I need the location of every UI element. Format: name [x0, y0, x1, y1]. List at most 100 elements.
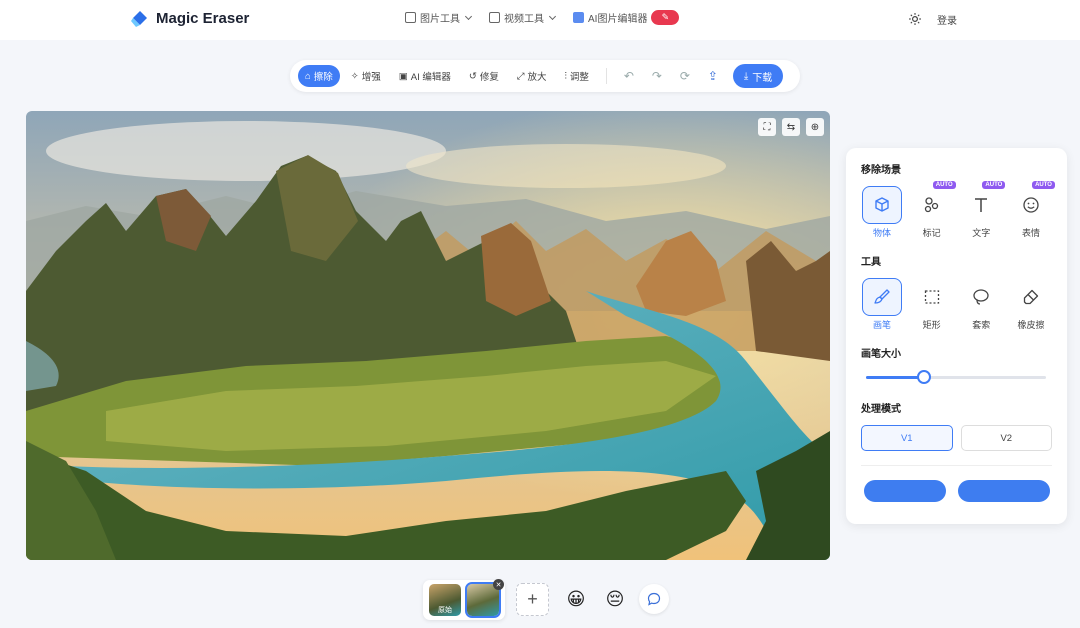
tool-rectangle[interactable]: 矩形 [911, 278, 953, 331]
brush-size-slider[interactable] [861, 370, 1052, 384]
nav-video-tools-label: 视频工具 [504, 14, 544, 25]
image-view-controls: ⛶ ⇆ ⊕ [758, 118, 824, 136]
action-button-left[interactable] [864, 480, 946, 502]
share-upload-icon[interactable]: ⇪ [701, 65, 725, 87]
redo-icon[interactable]: ↷ [645, 65, 669, 87]
editor-toolbar: ⌂ 擦除 ✧ 增强 ▣ AI 编辑器 ↺ 修复 ⤢ 放大 ⫶ 调整 ↶ ↷ ⟳ … [290, 60, 800, 92]
feedback-sad-icon[interactable]: 😔 [600, 584, 630, 614]
ai-editor-button[interactable]: ▣ AI 编辑器 [392, 65, 458, 87]
slider-handle[interactable] [916, 370, 931, 384]
tool-lasso[interactable]: 套索 [960, 278, 1002, 331]
mode-v2-button[interactable]: V2 [960, 425, 1052, 451]
bottom-strip: 原始 ✕ + 😀 😔 [0, 579, 1080, 620]
ai-editor-icon [573, 12, 584, 23]
action-buttons [861, 480, 1052, 504]
reset-icon[interactable]: ⟳ [673, 65, 697, 87]
sparkle-icon: ✧ [350, 70, 359, 82]
mode-title: 处理模式 [861, 404, 901, 415]
download-button[interactable]: ⤓ 下载 [732, 64, 784, 88]
compare-swap-icon[interactable]: ⇆ [782, 118, 800, 136]
zoom-in-icon[interactable]: ⊕ [806, 118, 824, 136]
tool-eraser[interactable]: 橡皮擦 [1010, 278, 1052, 331]
ai-image-icon: ▣ [398, 70, 408, 82]
slider-fill [866, 376, 924, 379]
image-canvas[interactable]: ⛶ ⇆ ⊕ [26, 111, 830, 560]
nav-ai-editor-label: AI图片编辑器 [588, 14, 648, 25]
download-label: 下载 [752, 72, 773, 84]
sliders-icon: ⫶ [564, 70, 567, 82]
nav-image-tools[interactable]: 图片工具 [405, 10, 473, 25]
text-icon [975, 198, 988, 212]
add-image-button[interactable]: + [516, 583, 549, 616]
repair-icon: ↺ [468, 70, 477, 82]
tool-label: 套索 [972, 320, 991, 330]
login-link[interactable]: 登录 [937, 12, 957, 27]
brush-size-title: 画笔大小 [861, 349, 901, 360]
lasso-icon [973, 289, 989, 305]
chat-bubble-icon [647, 592, 661, 606]
plus-icon: + [527, 589, 538, 609]
ai-editor-label: AI 编辑器 [410, 72, 451, 83]
adjust-label: 调整 [569, 72, 589, 83]
download-icon: ⤓ [743, 70, 749, 82]
nav-image-tools-label: 图片工具 [420, 14, 460, 25]
scene-option-label: 表情 [1021, 228, 1040, 238]
scene-option-label: 文字 [972, 228, 991, 238]
upscale-button[interactable]: ⤢ 放大 [510, 65, 554, 87]
erase-label: 擦除 [313, 72, 333, 83]
scene-option-marker[interactable]: AUTO 标记 [911, 181, 956, 239]
repair-button[interactable]: ↺ 修复 [462, 65, 506, 87]
tools-title: 工具 [861, 257, 881, 268]
nav-video-tools[interactable]: 视频工具 [489, 10, 557, 25]
expand-icon: ⤢ [516, 70, 525, 82]
tool-label: 橡皮擦 [1017, 320, 1045, 330]
ai-badge-icon: ✎ [651, 10, 680, 25]
tool-label: 画笔 [872, 320, 891, 330]
enhance-button[interactable]: ✧ 增强 [344, 65, 388, 87]
auto-badge: AUTO [932, 181, 956, 189]
undo-icon[interactable]: ↶ [617, 65, 641, 87]
action-button-right[interactable] [958, 480, 1050, 502]
top-navigation-bar: Magic Eraser 图片工具 视频工具 AI图片编辑器 ✎ 登录 [0, 0, 1080, 40]
erase-button[interactable]: ⌂ 擦除 [298, 65, 340, 87]
eraser-icon: ⌂ [305, 70, 311, 82]
mode-v1-button[interactable]: V1 [861, 425, 953, 451]
feedback-happy-icon[interactable]: 😀 [561, 584, 591, 614]
chevron-down-icon [464, 12, 473, 20]
main-nav: 图片工具 视频工具 AI图片编辑器 ✎ [405, 10, 680, 25]
rectangle-icon [924, 290, 939, 304]
tool-options: 画笔 矩形 套索 橡皮擦 [861, 278, 1052, 331]
auto-badge: AUTO [982, 181, 1006, 189]
scene-option-label: 标记 [922, 228, 941, 238]
mode-selector: V1 V2 [861, 425, 1052, 451]
close-icon[interactable]: ✕ [493, 579, 504, 590]
scene-option-text[interactable]: AUTO 文字 [960, 181, 1006, 239]
panel-divider [861, 465, 1052, 466]
chevron-down-icon [548, 12, 557, 20]
thumbnail-original[interactable]: 原始 [429, 584, 461, 616]
cube-icon [875, 197, 889, 212]
scene-option-emoji[interactable]: AUTO 表情 [1010, 181, 1055, 239]
scene-options: 物体 AUTO 标记 AUTO 文字 AUTO 表情 [861, 181, 1055, 239]
brush-icon [874, 289, 890, 304]
nav-ai-editor[interactable]: AI图片编辑器 ✎ [573, 10, 680, 25]
toolbar-divider [605, 68, 607, 84]
landscape-image [26, 111, 830, 560]
fullscreen-icon[interactable]: ⛶ [758, 118, 776, 136]
logo[interactable]: Magic Eraser [130, 8, 249, 28]
smiley-icon [1023, 197, 1039, 213]
auto-badge: AUTO [1032, 181, 1055, 189]
tool-brush[interactable]: 画笔 [861, 278, 903, 331]
enhance-label: 增强 [361, 72, 381, 83]
erase-options-panel: 移除场景 物体 AUTO 标记 AUTO 文字 AUTO 表情 工具 画笔 矩形… [846, 148, 1067, 524]
scene-option-object[interactable]: 物体 [861, 186, 903, 239]
logo-icon [131, 11, 147, 27]
tool-label: 矩形 [922, 320, 941, 330]
repair-label: 修复 [479, 72, 499, 83]
theme-toggle-sun-icon[interactable] [909, 13, 921, 25]
app-title: Magic Eraser [156, 9, 250, 27]
chat-icon[interactable] [639, 584, 669, 614]
scene-option-label: 物体 [872, 228, 891, 238]
video-icon [489, 12, 500, 23]
adjust-button[interactable]: ⫶ 调整 [557, 65, 595, 87]
